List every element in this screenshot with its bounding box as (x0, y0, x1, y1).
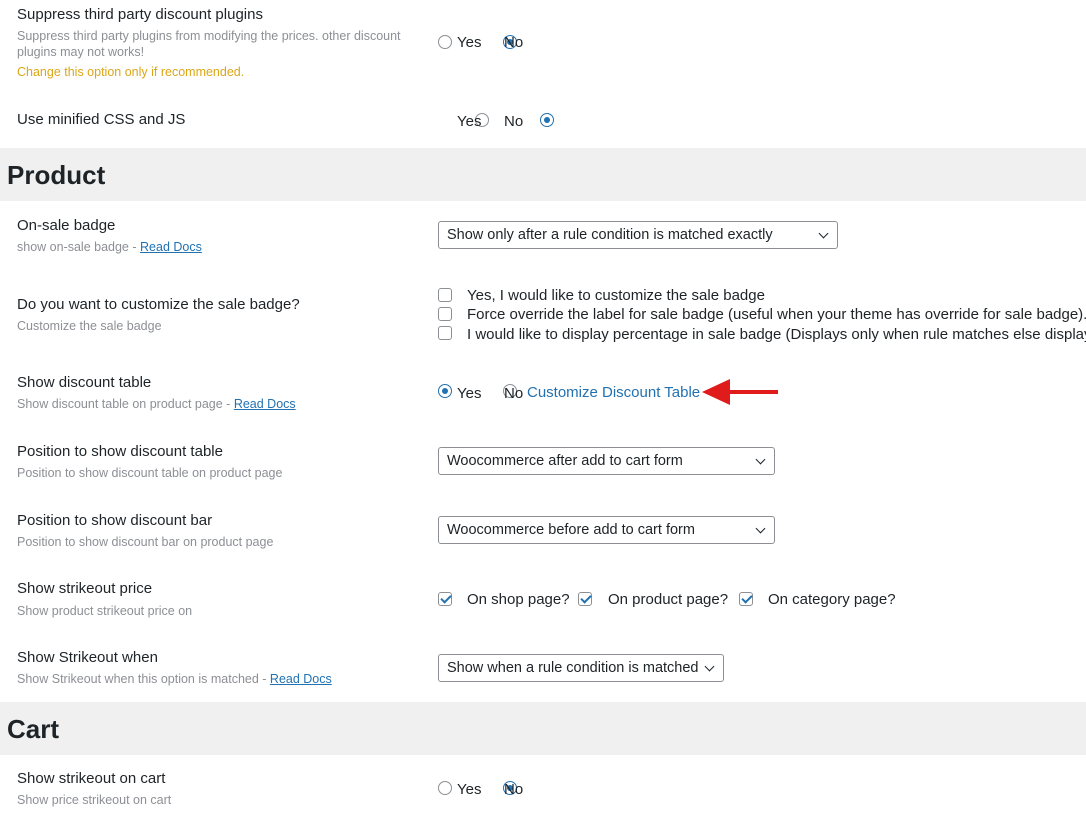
product-page-option[interactable]: On product page? (608, 591, 728, 608)
shop-page-option[interactable]: On shop page? (467, 591, 570, 608)
minified-label: Use minified CSS and JS (17, 111, 186, 128)
on-sale-badge-label: On-sale badge (17, 217, 116, 234)
customize-discount-table-link[interactable]: Customize Discount Table (527, 384, 700, 401)
suppress-desc-line1: Suppress third party plugins from modify… (17, 29, 401, 43)
cart-settings-panel: Show strikeout on cart Show price strike… (0, 755, 1086, 825)
suppress-yes-label[interactable]: Yes (457, 34, 481, 51)
bar-position-value: Woocommerce before add to cart form (447, 522, 695, 538)
customize-badge-label: Do you want to customize the sale badge? (17, 296, 300, 313)
strikeout-when-select[interactable]: Show when a rule condition is matched (438, 654, 724, 682)
strikeout-cart-desc: Show price strikeout on cart (17, 793, 172, 807)
strikeout-cart-no-label[interactable]: No (504, 781, 523, 798)
chevron-down-icon (755, 454, 766, 465)
discount-table-docs-link[interactable]: Read Docs (234, 397, 296, 411)
bar-position-label: Position to show discount bar (17, 512, 213, 529)
strikeout-cart-yes-label[interactable]: Yes (457, 781, 481, 798)
on-sale-badge-desc-text: show on-sale badge - (17, 240, 137, 254)
bar-position-select[interactable]: Woocommerce before add to cart form (438, 516, 775, 544)
strikeout-price-label: Show strikeout price (17, 580, 153, 597)
force-override-checkbox[interactable] (438, 307, 452, 321)
strikeout-when-docs-link[interactable]: Read Docs (270, 672, 332, 686)
category-page-checkbox[interactable] (739, 592, 753, 606)
table-position-desc: Position to show discount table on produ… (17, 466, 283, 480)
strikeout-when-label: Show Strikeout when (17, 649, 158, 666)
shop-page-checkbox[interactable] (438, 592, 452, 606)
percentage-badge-option[interactable]: I would like to display percentage in sa… (467, 326, 1086, 343)
product-page-checkbox[interactable] (578, 592, 592, 606)
discount-table-desc: Show discount table on product page - Re… (17, 397, 296, 411)
discount-table-label: Show discount table (17, 374, 152, 391)
force-override-option[interactable]: Force override the label for sale badge … (467, 306, 1086, 323)
customize-badge-option[interactable]: Yes, I would like to customize the sale … (467, 287, 765, 304)
suppress-label: Suppress third party discount plugins (17, 6, 263, 23)
general-settings-panel: Suppress third party discount plugins Su… (0, 0, 1086, 148)
on-sale-badge-select[interactable]: Show only after a rule condition is matc… (438, 221, 838, 249)
suppress-no-label[interactable]: No (504, 34, 523, 51)
chevron-down-icon (755, 523, 766, 534)
minified-yes-label[interactable]: Yes (457, 113, 481, 130)
discount-table-yes-label[interactable]: Yes (457, 385, 481, 402)
bar-position-desc: Position to show discount bar on product… (17, 535, 274, 549)
strikeout-when-value: Show when a rule condition is matched (447, 660, 699, 676)
on-sale-badge-value: Show only after a rule condition is matc… (447, 227, 773, 243)
on-sale-badge-desc: show on-sale badge - Read Docs (17, 240, 202, 254)
suppress-yes-radio[interactable] (438, 35, 452, 49)
strikeout-when-desc: Show Strikeout when this option is match… (17, 672, 332, 686)
on-sale-badge-docs-link[interactable]: Read Docs (140, 240, 202, 254)
suppress-warning: Change this option only if recommended. (17, 65, 245, 79)
customize-badge-checkbox[interactable] (438, 288, 452, 302)
strikeout-price-desc: Show product strikeout price on (17, 604, 193, 618)
table-position-label: Position to show discount table (17, 443, 223, 460)
strikeout-when-desc-text: Show Strikeout when this option is match… (17, 672, 267, 686)
category-page-option[interactable]: On category page? (768, 591, 896, 608)
product-section-title: Product (7, 160, 106, 190)
customize-badge-desc: Customize the sale badge (17, 319, 162, 333)
red-arrow-icon (702, 379, 778, 405)
table-position-value: Woocommerce after add to cart form (447, 453, 683, 469)
strikeout-cart-label: Show strikeout on cart (17, 770, 166, 787)
cart-section-title: Cart (7, 714, 60, 744)
discount-table-desc-text: Show discount table on product page - (17, 397, 231, 411)
table-position-select[interactable]: Woocommerce after add to cart form (438, 447, 775, 475)
percentage-badge-checkbox[interactable] (438, 326, 452, 340)
strikeout-cart-yes-radio[interactable] (438, 781, 452, 795)
discount-table-yes-radio[interactable] (438, 384, 452, 398)
product-settings-panel: On-sale badge show on-sale badge - Read … (0, 201, 1086, 702)
minified-no-radio[interactable] (540, 113, 555, 127)
minified-no-label[interactable]: No (504, 113, 523, 130)
chevron-down-icon (818, 228, 829, 239)
suppress-desc-line2: plugins may not works! (17, 45, 145, 59)
chevron-down-icon (704, 661, 715, 672)
discount-table-no-label[interactable]: No (504, 385, 523, 402)
